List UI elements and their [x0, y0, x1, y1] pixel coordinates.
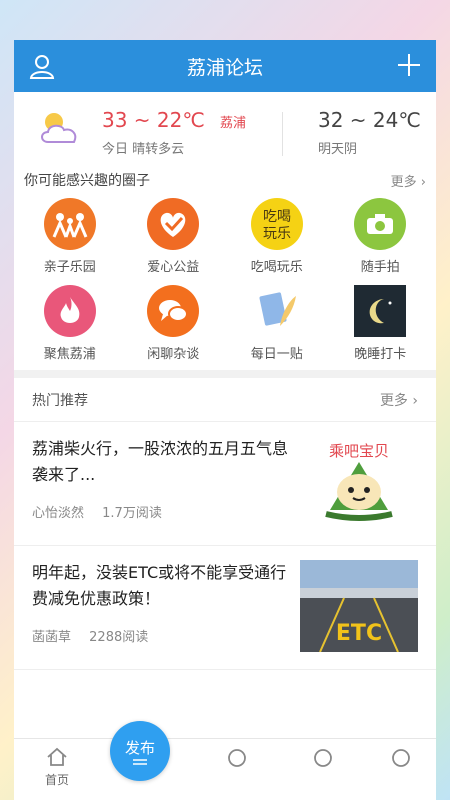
- post-author: 心怡淡然: [32, 506, 85, 521]
- today-temperature: 33 ~ 22℃: [102, 108, 205, 132]
- circle-name: 亲子乐园: [43, 260, 96, 275]
- user-icon[interactable]: [28, 52, 56, 80]
- tomorrow-temperature: 32 ~ 24℃: [318, 108, 421, 132]
- section-divider: [14, 370, 436, 378]
- moon-icon: [354, 285, 407, 337]
- post-reads: 1.7万阅读: [102, 506, 162, 521]
- post-reads: 2288阅读: [89, 630, 149, 645]
- post-thumbnail: ETC: [300, 560, 418, 652]
- tab-messages[interactable]: [298, 747, 348, 769]
- circle-name: 晚睡打卡: [354, 347, 407, 362]
- circle-item-focus-lipu[interactable]: 聚焦荔浦: [18, 285, 122, 362]
- tab-home-label: 首页: [44, 773, 69, 787]
- profile-icon: [392, 749, 410, 767]
- tab-discover[interactable]: [212, 747, 262, 769]
- circle-name: 吃喝玩乐: [250, 260, 303, 275]
- circle-name: 爱心公益: [147, 260, 200, 275]
- chat-bubble-icon: [147, 285, 200, 337]
- circles-grid: 亲子乐园 爱心公益 吃喝 玩乐 吃喝玩乐 随手拍 聚焦荔浦 闲聊杂谈 每日一贴 …: [14, 192, 436, 362]
- thumbnail-caption: ETC: [336, 621, 382, 646]
- circle-name: 聚焦荔浦: [43, 347, 96, 362]
- top-bar: 荔浦论坛: [14, 40, 436, 92]
- circles-header: 你可能感兴趣的圈子 更多 ›: [14, 168, 436, 192]
- discover-icon: [228, 749, 246, 767]
- page-title: 荔浦论坛: [186, 56, 263, 79]
- post-thumbnail: 乘吧宝贝: [325, 442, 393, 521]
- tab-home[interactable]: 首页: [32, 747, 82, 788]
- notepad-icon: [251, 285, 303, 337]
- add-icon[interactable]: [396, 52, 422, 78]
- family-icon: [43, 198, 96, 250]
- post-item[interactable]: 荔浦柴火行，一股浓浓的五月五气息袭来了... 心怡淡然 1.7万阅读 乘吧宝贝: [14, 422, 436, 546]
- post-item[interactable]: 明年起，没装ETC或将不能享受通行费减免优惠政策！ 菡菡草 2288阅读 ETC: [14, 546, 436, 670]
- publish-button[interactable]: 发布: [110, 721, 170, 781]
- circle-item-charity[interactable]: 爱心公益: [122, 198, 226, 275]
- camera-icon: [354, 198, 407, 250]
- circle-name: 每日一贴: [250, 347, 303, 362]
- thumbnail-caption: 乘吧宝贝: [329, 442, 389, 460]
- food-fun-icon: 吃喝 玩乐: [250, 198, 303, 250]
- circle-item-snapshot[interactable]: 随手拍: [329, 198, 433, 275]
- hot-more-link[interactable]: 更多 ›: [380, 390, 418, 410]
- svg-text:吃喝: 吃喝: [263, 209, 291, 225]
- partly-cloudy-icon: [41, 113, 77, 143]
- circle-name: 闲聊杂谈: [147, 347, 200, 362]
- today-description: 今日 晴转多云: [102, 142, 185, 157]
- post-title: 荔浦柴火行，一股浓浓的五月五气息袭来了...: [32, 439, 289, 484]
- home-icon: [47, 747, 67, 766]
- flame-icon: [43, 285, 96, 337]
- city-name: 荔浦: [219, 116, 246, 131]
- circle-item-daily-post[interactable]: 每日一贴: [225, 285, 329, 362]
- publish-label: 发布: [124, 738, 155, 757]
- circle-name: 随手拍: [360, 260, 400, 275]
- circle-item-night-checkin[interactable]: 晚睡打卡: [329, 285, 433, 362]
- circle-item-parenting[interactable]: 亲子乐园: [18, 198, 122, 275]
- tomorrow-description: 明天阴: [318, 142, 358, 157]
- weather-divider: [282, 112, 283, 156]
- svg-text:玩乐: 玩乐: [263, 226, 291, 242]
- circles-more-link[interactable]: 更多 ›: [391, 171, 426, 190]
- weather-tomorrow: 32 ~ 24℃ 明天阴: [318, 108, 421, 157]
- heart-icon: [147, 198, 200, 250]
- circles-label: 你可能感兴趣的圈子: [24, 173, 150, 189]
- post-title: 明年起，没装ETC或将不能享受通行费减免优惠政策！: [32, 563, 287, 608]
- hot-header: 热门推荐 更多 ›: [14, 378, 436, 422]
- post-author: 菡菡草: [32, 630, 72, 645]
- hot-label: 热门推荐: [32, 392, 88, 409]
- circle-item-food-fun[interactable]: 吃喝 玩乐 吃喝玩乐: [225, 198, 329, 275]
- message-icon: [314, 749, 332, 767]
- app-screen: 荔浦论坛 33 ~ 22℃ 荔浦 今日 晴转多云 32 ~ 24℃ 明天阴 你可…: [14, 40, 436, 800]
- weather-panel[interactable]: 33 ~ 22℃ 荔浦 今日 晴转多云 32 ~ 24℃ 明天阴: [14, 92, 436, 168]
- menu-lines-icon: [133, 758, 147, 765]
- tab-profile[interactable]: [376, 747, 426, 769]
- bottom-tab-bar: 首页 发布: [14, 721, 436, 800]
- weather-today: 33 ~ 22℃ 荔浦 今日 晴转多云: [102, 108, 246, 157]
- circle-item-chat[interactable]: 闲聊杂谈: [122, 285, 226, 362]
